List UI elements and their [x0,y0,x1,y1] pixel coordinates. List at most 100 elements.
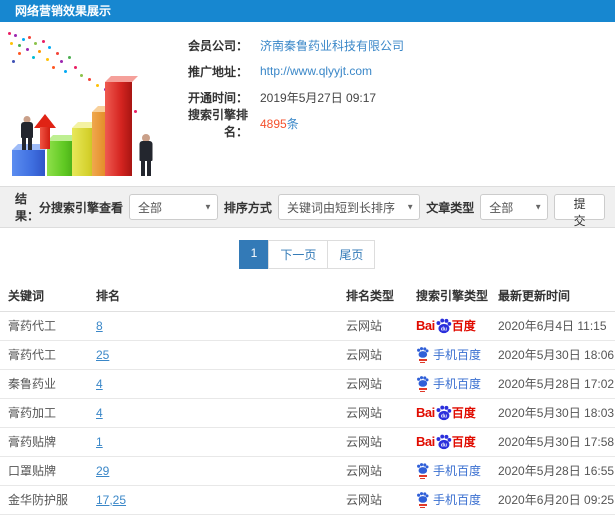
open-time-value: 2019年5月27日 09:17 [260,90,377,105]
open-time-label: 开通时间： [187,90,248,105]
header-rank-type: 排名类型 [338,281,408,312]
ranking-count-unit-link[interactable]: 条 [287,117,299,131]
promo-url-link[interactable]: http://www.qlyyjt.com [260,64,372,78]
mobile-baidu-paw-icon [416,346,429,363]
rank-link[interactable]: 4 [96,406,103,420]
rank-cell: 4 [88,398,338,428]
member-company-row: 会员公司： 济南秦鲁药业科技有限公司 [172,32,612,58]
engine-filter-value: 全部 [138,200,163,215]
page-button-current[interactable]: 1 [238,240,270,269]
header-engine-type: 搜索引擎类型 [408,281,490,312]
sort-filter-select[interactable]: 关键词由短到长排序 ▼ [277,194,421,220]
last-page-button[interactable]: 尾页 [327,240,376,269]
table-row: 膏药代工 8 云网站 Baidu百度 手机百度 2020年6月4日 11:15 [0,311,615,341]
filter-bar: 结果： 分搜索引擎查看 全部 ▼ 排序方式 关键词由短到长排序 ▼ 文章类型 全… [0,186,615,228]
chevron-down-icon: ▼ [534,202,543,212]
date-cell: 2020年6月20日 09:25 [490,485,615,515]
mobile-baidu-label: 手机百度 [433,348,482,362]
keyword-cell: 福建防护服 [0,514,88,520]
illustration-bar-red [105,76,138,176]
results-table: 关键词 排名 排名类型 搜索引擎类型 最新更新时间 膏药代工 8 云网站 Bai… [0,281,615,520]
engine-cell: Baidu百度 手机百度 [408,456,490,486]
svg-text:du: du [441,326,447,332]
keyword-cell: 秦鲁药业 [0,369,88,399]
results-table-body: 膏药代工 8 云网站 Baidu百度 手机百度 2020年6月4日 11:15 … [0,311,615,520]
rank-cell: 1 [88,427,338,457]
rank-cell: 10 [88,514,338,520]
table-row: 膏药贴牌 1 云网站 Baidu百度 手机百度 2020年5月30日 17:58 [0,427,615,457]
promo-url-row: 推广地址： http://www.qlyyjt.com [172,58,612,84]
engine-cell: Baidu百度 手机百度 [408,485,490,515]
keyword-cell: 膏药加工 [0,398,88,428]
table-row: 膏药加工 4 云网站 Baidu百度 手机百度 2020年5月30日 18:03 [0,398,615,428]
rank-link[interactable]: 8 [96,319,103,333]
mobile-baidu-paw-icon [416,375,429,392]
mobile-baidu-paw-icon [416,491,429,508]
keyword-cell: 膏药贴牌 [0,427,88,457]
chevron-down-icon: ▼ [204,202,212,212]
mobile-baidu-logo: 手机百度 [416,375,490,392]
member-info-panel: 会员公司： 济南秦鲁药业科技有限公司 推广地址： http://www.qlyy… [172,32,612,140]
mobile-baidu-label: 手机百度 [433,464,482,478]
baidu-paw-icon: du [436,405,451,420]
mobile-baidu-logo: 手机百度 [416,346,490,363]
svg-text:du: du [441,442,447,448]
article-type-filter-label: 文章类型 [426,200,475,215]
mobile-baidu-paw-icon [416,462,429,479]
keyword-cell: 膏药代工 [0,311,88,341]
red-up-arrow-icon [34,114,56,150]
member-company-label: 会员公司： [187,38,248,53]
next-page-button[interactable]: 下一页 [268,240,329,269]
header-keyword: 关键词 [0,281,88,312]
baidu-paw-icon: du [436,434,451,449]
ranking-count-label: 搜索引擎排名： [187,108,248,139]
rank-type-cell: 云网站 [338,485,408,515]
date-cell: 2020年5月28日 16:55 [490,456,615,486]
rank-link[interactable]: 1 [96,435,103,449]
rank-link[interactable]: 25 [96,348,109,362]
chevron-down-icon: ▼ [406,202,415,212]
engine-cell: Baidu百度 手机百度 [408,398,490,428]
date-cell: 2020年5月28日 17:02 [490,369,615,399]
date-cell: 2020年6月4日 11:15 [490,311,615,341]
rank-link[interactable]: 4 [96,377,103,391]
table-row: 口罩贴牌 29 云网站 Baidu百度 手机百度 2020年5月28日 16:5… [0,456,615,486]
mobile-baidu-logo: 手机百度 [416,491,490,508]
sort-filter-value: 关键词由短到长排序 [286,200,395,215]
keyword-cell: 膏药代工 [0,340,88,370]
engine-filter-label: 分搜索引擎查看 [39,200,124,215]
rank-type-cell: 云网站 [338,427,408,457]
bar-chart-illustration [0,28,172,180]
result-label: 结果： [15,192,40,223]
table-row: 膏药代工 25 云网站 Baidu百度 手机百度 2020年5月30日 18:0… [0,340,615,370]
pagination: 1 下一页 尾页 [0,228,615,279]
mobile-baidu-label: 手机百度 [433,493,482,507]
table-row: 秦鲁药业 4 云网站 Baidu百度 手机百度 2020年5月28日 17:02 [0,369,615,399]
date-cell: 2020年6月4日 11:10 [490,514,615,520]
ranking-count-row: 搜索引擎排名： 4895条 [172,108,612,139]
illustration-bar-blue [12,144,51,176]
date-cell: 2020年5月30日 18:06 [490,340,615,370]
article-type-filter-select[interactable]: 全部 ▼ [480,194,549,220]
ranking-count-value: 4895 [260,116,287,131]
engine-cell: Baidu百度 手机百度 [408,369,490,399]
rank-cell: 29 [88,456,338,486]
rank-type-cell: 云网站 [338,514,408,520]
rank-type-cell: 云网站 [338,369,408,399]
member-company-link[interactable]: 济南秦鲁药业科技有限公司 [260,39,404,53]
engine-cell: Baidu百度 手机百度 [408,340,490,370]
svg-text:du: du [441,413,447,419]
page-title-bar: 网络营销效果展示 [0,0,615,22]
rank-cell: 8 [88,311,338,341]
rank-cell: 17,25 [88,485,338,515]
rank-link[interactable]: 17,25 [96,493,126,507]
submit-button[interactable]: 提交 [554,194,606,228]
rank-link[interactable]: 29 [96,464,109,478]
rank-type-cell: 云网站 [338,456,408,486]
rank-cell: 25 [88,340,338,370]
engine-cell: Baidu百度 手机百度 [408,427,490,457]
table-row: 金华防护服 17,25 云网站 Baidu百度 手机百度 2020年6月20日 … [0,485,615,515]
engine-cell: Baidu百度 手机百度 [408,311,490,341]
engine-filter-select[interactable]: 全部 ▼ [129,194,218,220]
keyword-cell: 口罩贴牌 [0,456,88,486]
